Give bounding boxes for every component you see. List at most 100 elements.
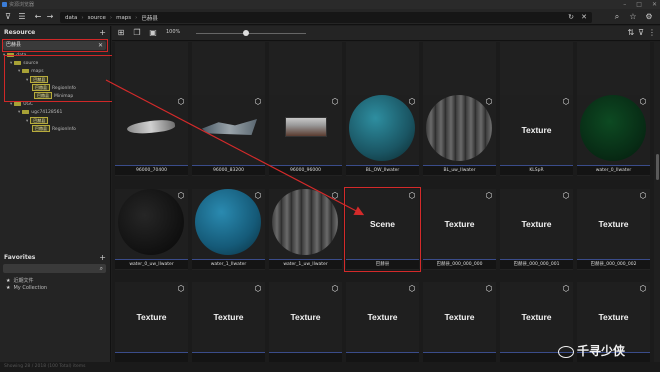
asset-tile[interactable]: ⬡ 96000_83200: [192, 95, 265, 176]
expand-icon[interactable]: ▾: [10, 102, 12, 107]
asset-tile[interactable]: Texture ⬡ 巴赫县_000_000_001: [500, 189, 573, 270]
filter-icon[interactable]: ⊽: [638, 28, 644, 38]
vertical-scrollbar[interactable]: [654, 42, 660, 362]
asset-grid: 91200_9580096000_10880096000_1920096000_…: [112, 42, 654, 362]
favorite-recent[interactable]: ★ 近期文件: [6, 277, 34, 284]
breadcrumb-maps[interactable]: maps: [116, 15, 131, 21]
forward-arrow-icon[interactable]: →: [45, 12, 55, 22]
zoom-level[interactable]: 100%: [166, 29, 180, 35]
star-icon[interactable]: ☆: [628, 12, 638, 22]
annotation-box-scene: [344, 187, 421, 272]
tree-item-label: UGC: [23, 102, 34, 107]
asset-cube-icon: ⬡: [408, 97, 416, 106]
asset-thumbnail: [346, 42, 419, 100]
asset-thumbnail: [269, 42, 342, 100]
sort-icon[interactable]: ⇅: [627, 28, 634, 38]
clear-icon[interactable]: ✕: [581, 12, 587, 23]
zoom-slider[interactable]: [196, 33, 306, 34]
asset-tile[interactable]: Texture ⬡ KLSpR: [500, 95, 573, 176]
collapse-icon[interactable]: ☰: [17, 12, 27, 22]
asset-tile[interactable]: ⬡ 96000_96000: [269, 95, 342, 176]
asset-tile[interactable]: Texture ⬡ 巴赫县_000_000_000: [423, 189, 496, 270]
tree-item-ugc[interactable]: ▾ UGC: [10, 101, 33, 108]
asset-type-label: Texture: [367, 312, 398, 322]
asset-caption: [423, 352, 496, 362]
asset-tile[interactable]: Texture ⬡: [346, 282, 419, 362]
asset-thumbnail: ⬡: [269, 189, 342, 259]
asset-thumbnail: ⬡: [115, 189, 188, 259]
window-controls: – □ ✕: [623, 0, 657, 9]
filter-icon[interactable]: ⊽: [3, 12, 13, 22]
asset-tile[interactable]: ⬡ water_1_uw_Ilwater: [269, 189, 342, 270]
asset-tile[interactable]: ⬡ 96000_70400: [115, 95, 188, 176]
asset-cube-icon: ⬡: [485, 191, 493, 200]
asset-tile[interactable]: ⬡ water_1_Ilwater: [192, 189, 265, 270]
asset-thumbnail: ⬡: [192, 189, 265, 259]
asset-tile[interactable]: ⬡ BL_uw_Ilwater: [423, 95, 496, 176]
asset-tile[interactable]: Texture ⬡: [192, 282, 265, 362]
asset-type-label: Texture: [521, 125, 552, 135]
grid-view-icon[interactable]: ⊞: [116, 28, 126, 38]
asset-type-label: Texture: [444, 312, 475, 322]
sidebar: Resource + 巴赫县 ✕ ▾ data ▾ source ▾ maps ▾ 巴赫…: [0, 26, 114, 362]
asset-tile[interactable]: Scene ⬡ 巴赫县: [344, 187, 421, 272]
scrollbar-thumb[interactable]: [656, 154, 659, 180]
asset-type-label: Texture: [598, 219, 629, 229]
settings-icon[interactable]: ⚙: [644, 12, 654, 22]
asset-type-label: Texture: [444, 219, 475, 229]
copy-icon[interactable]: ❐: [132, 28, 142, 38]
asset-thumbnail: ⬡: [192, 95, 265, 165]
material-sphere: [272, 189, 338, 255]
asset-caption: 巴赫县_000_000_002: [577, 259, 650, 269]
more-icon[interactable]: ⋮: [648, 28, 656, 38]
app-icon: [2, 2, 7, 7]
asset-thumbnail: Texture ⬡: [500, 95, 573, 165]
minimize-icon[interactable]: –: [623, 0, 626, 9]
asset-cube-icon: ⬡: [331, 284, 339, 293]
asset-caption: BL_OW_Ilwater: [346, 165, 419, 175]
close-icon[interactable]: ✕: [652, 0, 657, 9]
breadcrumb-data[interactable]: data: [65, 15, 77, 21]
asset-tile[interactable]: ⬡ BL_OW_Ilwater: [346, 95, 419, 176]
tree-item-ugc-regioninfo[interactable]: 巴赫县 RegionInfo: [32, 125, 76, 132]
status-text: Showing 28 / 2018 (100 Total) items: [4, 364, 86, 369]
asset-cube-icon: ⬡: [177, 191, 185, 200]
asset-tile[interactable]: ⬡ water_0_uw_Ilwater: [115, 189, 188, 270]
search-icon[interactable]: ⌕: [612, 12, 622, 22]
asset-tile[interactable]: Texture ⬡: [423, 282, 496, 362]
asset-tile[interactable]: Texture ⬡ 巴赫县_000_000_002: [577, 189, 650, 270]
favorite-my-collection[interactable]: ★ My Collection: [6, 285, 47, 291]
favorites-header: Favorites: [4, 254, 36, 261]
asset-caption: water_1_Ilwater: [192, 259, 265, 269]
zoom-slider-handle[interactable]: [242, 30, 249, 36]
asset-caption: [115, 352, 188, 362]
asset-cube-icon: ⬡: [639, 284, 647, 293]
asset-thumbnail: Texture ⬡: [269, 282, 342, 352]
favorites-search-input[interactable]: ⌕: [3, 264, 106, 273]
back-arrow-icon[interactable]: ←: [33, 12, 43, 22]
maximize-icon[interactable]: □: [636, 0, 642, 9]
breadcrumb-current[interactable]: 巴赫县: [141, 14, 158, 22]
tree-item-ugc-sub[interactable]: ▾ ugc74128561: [18, 109, 62, 116]
asset-type-label: Texture: [521, 219, 552, 229]
asset-caption: 96000_96000: [269, 165, 342, 175]
asset-tile[interactable]: ⬡ water_0_Ilwater: [577, 95, 650, 176]
expand-icon[interactable]: ▾: [26, 119, 28, 124]
tree-item-ugc-map[interactable]: ▾ 巴赫县: [26, 117, 50, 124]
new-folder-icon[interactable]: ▣: [148, 28, 158, 38]
status-bar: Showing 28 / 2018 (100 Total) items: [0, 362, 660, 372]
favorite-label: My Collection: [13, 285, 48, 291]
window-title: 资源浏览器: [9, 2, 35, 8]
asset-thumbnail: [500, 42, 573, 100]
reload-icon[interactable]: ↻: [568, 12, 574, 23]
asset-tile[interactable]: Texture ⬡: [269, 282, 342, 362]
expand-icon[interactable]: ▾: [18, 110, 20, 115]
title-bar: 资源浏览器 – □ ✕: [0, 0, 660, 9]
asset-caption: [192, 352, 265, 362]
asset-tile[interactable]: Texture ⬡: [115, 282, 188, 362]
address-bar[interactable]: data › source › maps › 巴赫县 ↻ ✕: [60, 12, 592, 23]
breadcrumb-source[interactable]: source: [88, 15, 106, 21]
add-icon[interactable]: +: [99, 29, 106, 37]
add-favorite-icon[interactable]: +: [99, 254, 106, 262]
asset-thumbnail: ⬡: [577, 95, 650, 165]
